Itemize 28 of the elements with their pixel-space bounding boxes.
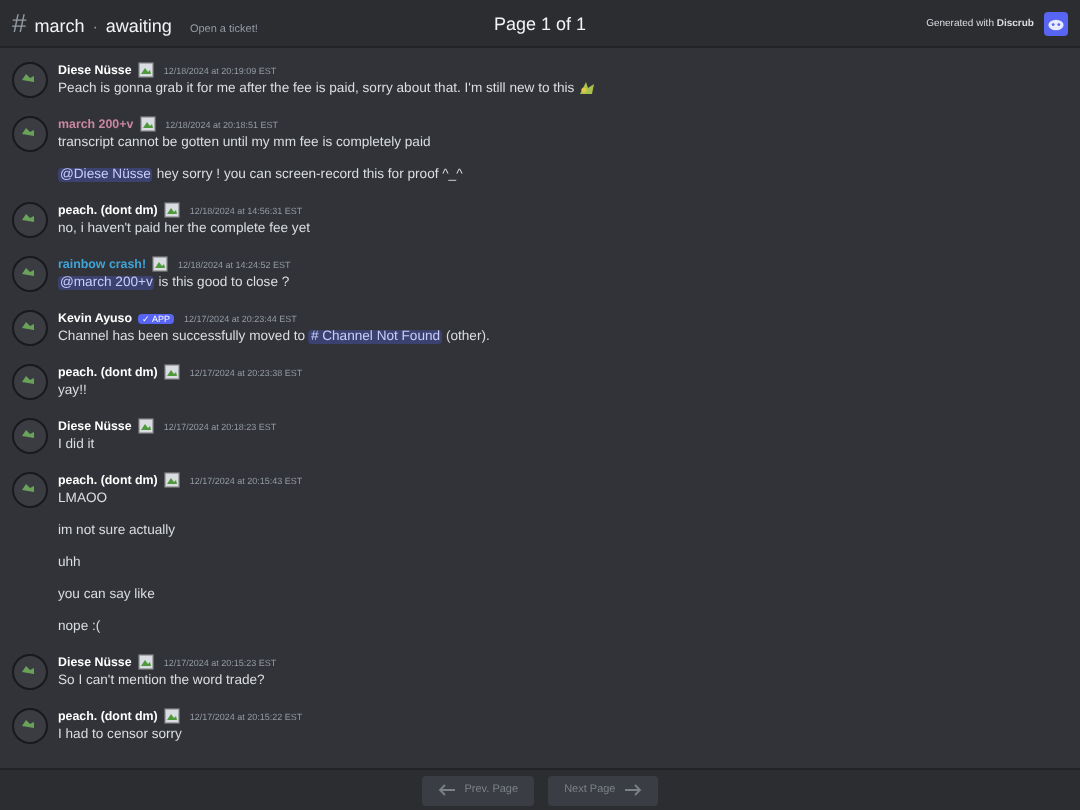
logo-icon	[1044, 11, 1068, 35]
avatar	[12, 62, 48, 98]
broken-image-icon	[152, 256, 169, 272]
page-indicator: Page 1 of 1	[491, 13, 589, 33]
avatar	[12, 472, 48, 508]
broken-image-icon	[163, 472, 180, 488]
broken-image-icon	[137, 62, 154, 78]
hash-icon: #	[12, 8, 27, 38]
separator: ·	[92, 18, 98, 36]
broken-image-icon	[137, 654, 154, 670]
broken-image-icon	[163, 364, 180, 380]
subchannel-name: awaiting	[105, 16, 172, 36]
channel-name: march	[34, 16, 85, 36]
left-arrow-icon	[438, 784, 457, 796]
broken-image-icon	[139, 116, 156, 132]
avatar	[12, 364, 48, 400]
avatar	[12, 418, 48, 454]
avatar	[12, 310, 48, 346]
avatar	[12, 654, 48, 690]
broken-image-icon	[163, 708, 180, 724]
broken-image-icon	[163, 202, 180, 218]
broken-image-icon	[137, 418, 154, 434]
emoji-icon	[578, 80, 597, 97]
avatar	[12, 202, 48, 238]
right-arrow-icon	[623, 784, 642, 796]
avatar	[12, 256, 48, 292]
avatar	[12, 708, 48, 744]
avatar	[12, 116, 48, 152]
